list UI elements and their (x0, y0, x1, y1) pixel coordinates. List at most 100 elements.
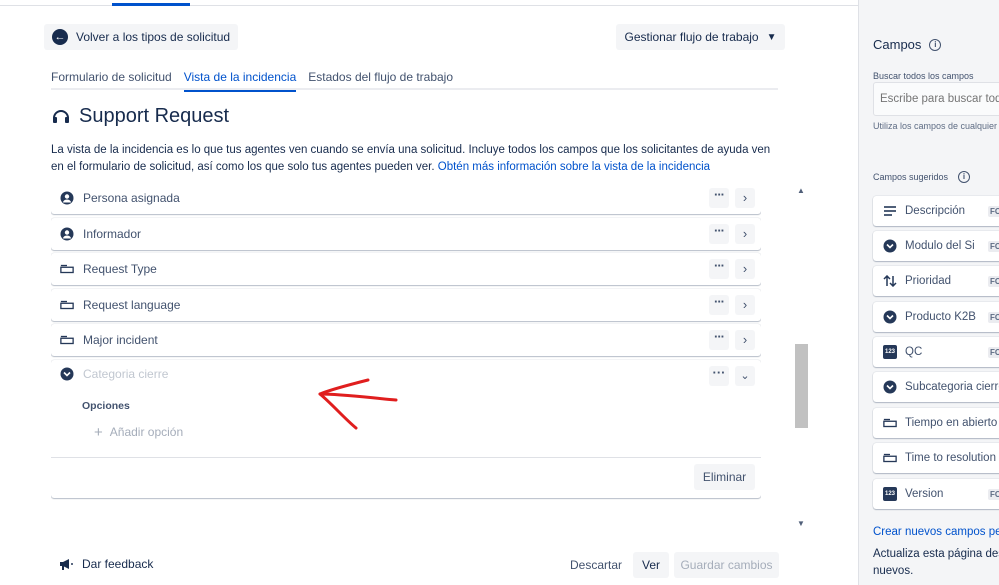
suggested-field-name: QC (905, 346, 923, 358)
scrollbar-thumb[interactable] (795, 344, 808, 428)
field-tag: FO (988, 489, 999, 500)
field-tag: FO (988, 347, 999, 358)
field-name: Persona asignada (83, 191, 180, 205)
field-name: Major incident (83, 333, 158, 347)
suggested-field-name: Time to resolution (905, 452, 996, 464)
discard-button[interactable]: Descartar (566, 552, 626, 578)
create-fields-link[interactable]: Crear nuevos campos per (873, 526, 999, 538)
tab-issue-view[interactable]: Vista de la incidencia (183, 64, 296, 92)
search-fields-input[interactable] (873, 82, 999, 116)
page-description: La vista de la incidencia es lo que tus … (51, 142, 781, 176)
paragraph-icon (883, 204, 897, 218)
expanded-field-header[interactable]: Categoria cierre (60, 367, 168, 381)
short-text-icon (883, 416, 897, 430)
delete-button[interactable]: Eliminar (694, 463, 755, 490)
short-text-icon (60, 298, 74, 312)
suggested-field-card[interactable]: Modulo del Si FO (873, 231, 999, 261)
manage-workflow-label: Gestionar flujo de trabajo (624, 30, 759, 44)
save-changes-button[interactable]: Guardar cambios (674, 552, 779, 578)
view-button[interactable]: Ver (633, 552, 669, 578)
user-icon (60, 191, 74, 205)
suggested-field-name: Descripción (905, 205, 966, 217)
field-tag: FO (988, 276, 999, 287)
chevron-down-icon[interactable]: ⌄ (735, 365, 755, 386)
chevron-right-icon[interactable]: › (735, 330, 755, 350)
info-icon[interactable]: i (929, 38, 942, 51)
more-options-button[interactable]: ··· (709, 294, 729, 315)
top-border (0, 0, 858, 6)
suggested-field-card[interactable]: Producto K2B FO (873, 302, 999, 332)
back-button-label: Volver a los tipos de solicitud (76, 30, 231, 44)
search-label: Buscar todos los campos (873, 71, 974, 81)
scroll-down-icon[interactable]: ▼ (797, 519, 805, 528)
more-options-button[interactable]: ··· (709, 365, 729, 386)
back-to-request-types-button[interactable]: ← Volver a los tipos de solicitud (44, 24, 239, 50)
scrollbar[interactable]: ▲ ▼ (794, 184, 809, 530)
field-tag: FO (988, 241, 999, 252)
scroll-up-icon[interactable]: ▲ (797, 186, 805, 195)
user-icon (60, 227, 74, 241)
field-row[interactable]: Request language ··· › (51, 288, 761, 321)
priority-icon (883, 274, 897, 288)
tab-workflow-states[interactable]: Estados del flujo de trabajo (308, 64, 453, 90)
feedback-button[interactable]: Dar feedback (58, 557, 153, 571)
short-text-icon (60, 333, 74, 347)
page-title: Support Request (51, 105, 229, 128)
feedback-label: Dar feedback (82, 557, 154, 571)
suggested-field-name: Tiempo en abierto (905, 417, 998, 429)
suggested-field-card[interactable]: Tiempo en abierto (873, 408, 999, 438)
field-name: Informador (83, 226, 142, 241)
number-icon: 123 (883, 487, 897, 501)
panel-title-text: Campos (873, 37, 922, 52)
field-tag: FO (988, 206, 999, 217)
more-options-button[interactable]: ··· (709, 188, 729, 208)
suggested-label: Campos sugeridos (873, 172, 949, 182)
chevron-right-icon[interactable]: › (735, 259, 755, 279)
add-option-button[interactable]: + Añadir opción (94, 424, 183, 441)
red-arrow-annotation (318, 378, 398, 430)
suggested-field-name: Producto K2B (905, 311, 976, 323)
megaphone-icon (60, 559, 73, 570)
learn-more-link[interactable]: Obtén más información sobre la vista de … (438, 161, 710, 173)
field-tag: FO (988, 312, 999, 323)
field-list: Persona asignada ··· › Informador ··· › … (51, 182, 761, 532)
short-text-icon (60, 262, 74, 276)
suggested-field-card[interactable]: 123 Version FO (873, 479, 999, 509)
manage-workflow-button[interactable]: Gestionar flujo de trabajo ▼ (616, 24, 785, 50)
select-icon (883, 380, 897, 394)
suggested-field-name: Version (905, 488, 944, 500)
suggested-fields-heading: Campos sugeridos i (873, 171, 971, 183)
tab-request-form[interactable]: Formulario de solicitud (51, 64, 172, 90)
more-options-button[interactable]: ··· (709, 330, 729, 350)
page-title-text: Support Request (79, 105, 230, 127)
suggested-field-card[interactable]: Prioridad FO (873, 266, 999, 296)
info-icon[interactable]: i (958, 171, 971, 183)
field-name: Request language (83, 297, 181, 312)
field-row[interactable]: Persona asignada ··· › (51, 182, 761, 214)
panel-title: Campos i (873, 37, 942, 52)
suggested-field-card[interactable]: Time to resolution (873, 443, 999, 473)
arrow-left-icon: ← (52, 29, 68, 45)
field-row[interactable]: Informador ··· › (51, 217, 761, 250)
field-row[interactable]: Request Type ··· › (51, 253, 761, 285)
field-row[interactable]: Major incident ··· › (51, 324, 761, 356)
scrollbar-track[interactable] (794, 198, 809, 516)
chevron-right-icon[interactable]: › (735, 223, 755, 244)
headset-icon (53, 109, 69, 123)
chevron-right-icon[interactable]: › (735, 294, 755, 315)
suggested-field-card[interactable]: 123 QC FO (873, 337, 999, 367)
plus-icon: + (94, 423, 103, 441)
select-icon (883, 310, 897, 324)
update-page-text: Actualiza esta página des nuevos. (873, 548, 999, 577)
options-label: Opciones (82, 399, 130, 412)
suggested-field-card[interactable]: Descripción FO (873, 196, 999, 226)
suggested-field-card[interactable]: Subcategoria cierre (873, 372, 999, 402)
field-name: Request Type (83, 262, 157, 276)
more-options-button[interactable]: ··· (709, 223, 729, 244)
number-icon: 123 (883, 345, 897, 359)
search-hint: Utiliza los campos de cualquier (873, 121, 998, 131)
footer-bar: Dar feedback Descartar Ver Guardar cambi… (0, 548, 858, 585)
chevron-right-icon[interactable]: › (735, 188, 755, 208)
more-options-button[interactable]: ··· (709, 259, 729, 279)
fields-panel: Campos i Buscar todos los campos Utiliza… (858, 0, 999, 585)
